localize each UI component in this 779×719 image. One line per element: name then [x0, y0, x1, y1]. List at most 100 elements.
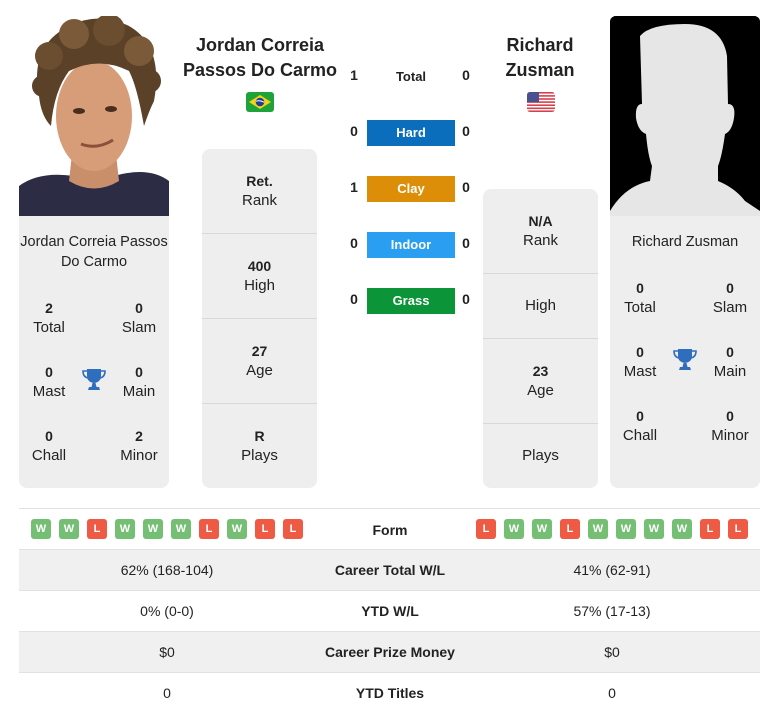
h2h-indoor-p2: 0 [462, 235, 470, 251]
player1-titles-chall: 0 Chall [19, 426, 79, 466]
h2h-clay-p2: 0 [462, 179, 470, 195]
row-label: Career Total W/L [334, 562, 446, 578]
form-win-badge: W [616, 519, 636, 539]
comparison-row: $0 Career Prize Money $0 [19, 632, 760, 673]
form-win-badge: W [143, 519, 163, 539]
stat-value: 0 [726, 344, 734, 360]
row-label: YTD Titles [355, 685, 425, 701]
row-label: Career Prize Money [325, 644, 455, 660]
stat-value: 0 [45, 364, 53, 380]
stat-value: N/A [528, 213, 553, 229]
form-loss-badge: L [283, 519, 303, 539]
player1-portrait-image [19, 16, 169, 216]
form-loss-badge: L [199, 519, 219, 539]
player2-plays-cell: Plays [483, 424, 598, 488]
trophy-icon [672, 346, 698, 372]
form-label: Form [372, 522, 408, 538]
player2-high-cell: High [483, 274, 598, 339]
form-loss-badge: L [728, 519, 748, 539]
stat-value: 0 [636, 280, 644, 296]
player1-titles-minor: 2 Minor [109, 426, 169, 466]
stat-label: Chall [622, 427, 658, 444]
player2-titles-total: 0 Total [610, 278, 670, 318]
stat-label: Mast [623, 363, 657, 380]
player2-stats-column: N/A Rank High 23 Age Plays [483, 189, 598, 488]
stat-value: 27 [251, 343, 268, 359]
player1-card-name: Jordan Correia Passos Do Carmo [20, 234, 168, 270]
comparison-row: 0 YTD Titles 0 [19, 673, 760, 714]
trophy-icon [81, 366, 107, 392]
form-win-badge: W [59, 519, 79, 539]
brazil-flag-icon [246, 92, 274, 112]
comparison-row: 62% (168-104) Career Total W/L 41% (62-9… [19, 550, 760, 591]
stat-value: 0 [135, 364, 143, 380]
form-win-badge: W [672, 519, 692, 539]
player1-rank-cell: Ret. Rank [202, 149, 317, 234]
player2-value: 0 [608, 685, 616, 701]
player1-plays-cell: R Plays [202, 404, 317, 488]
stat-label: Chall [31, 447, 67, 464]
player1-titles-card: Jordan Correia Passos Do Carmo 2 Total 0… [19, 216, 169, 488]
form-top-divider [19, 508, 760, 509]
player2-titles-chall: 0 Chall [610, 406, 670, 446]
form-loss-badge: L [87, 519, 107, 539]
player2-card-name: Richard Zusman [631, 234, 739, 250]
stat-value: 0 [45, 428, 53, 444]
h2h-hard-bar: Hard [367, 120, 455, 146]
h2h-indoor-bar: Indoor [367, 232, 455, 258]
form-loss-badge: L [476, 519, 496, 539]
form-win-badge: W [532, 519, 552, 539]
stat-label: Mast [32, 383, 66, 400]
player1-name-line2: Passos Do Carmo [182, 60, 338, 80]
player1-name[interactable]: Jordan Correia Passos Do Carmo [180, 33, 340, 83]
h2h-clay-bar: Clay [367, 176, 455, 202]
stat-value: Ret. [246, 173, 273, 189]
form-win-badge: W [644, 519, 664, 539]
form-win-badge: W [171, 519, 191, 539]
player1-value: 0 [163, 685, 171, 701]
stat-label: High [244, 277, 275, 294]
form-win-badge: W [115, 519, 135, 539]
stat-value: 0 [726, 280, 734, 296]
stat-label: Plays [241, 447, 278, 464]
silhouette-placeholder-icon [610, 16, 760, 216]
stat-value: 2 [45, 300, 53, 316]
player2-age-cell: 23 Age [483, 339, 598, 424]
stat-value: 0 [636, 344, 644, 360]
player2-name[interactable]: Richard Zusman [480, 33, 600, 83]
stat-label: Age [527, 382, 554, 399]
h2h-grass-p1: 0 [350, 291, 358, 307]
stat-label: Slam [121, 319, 157, 336]
player1-stats-column: Ret. Rank 400 High 27 Age R Plays [202, 149, 317, 488]
player1-titles-slam: 0 Slam [109, 298, 169, 338]
player2-titles-main: 0 Main [700, 342, 760, 382]
player1-titles-total: 2 Total [19, 298, 79, 338]
player1-high-cell: 400 High [202, 234, 317, 319]
comparison-row: 0% (0-0) YTD W/L 57% (17-13) [19, 591, 760, 632]
player1-titles-mast: 0 Mast [19, 362, 79, 402]
stat-label: Age [246, 362, 273, 379]
stat-label: Total [33, 319, 65, 336]
form-loss-badge: L [560, 519, 580, 539]
player2-value: 57% (17-13) [573, 603, 651, 619]
usa-flag-icon [527, 92, 555, 112]
stat-label: Plays [522, 447, 559, 464]
stat-label: Total [624, 299, 656, 316]
form-win-badge: W [31, 519, 51, 539]
stat-label: High [525, 297, 556, 314]
form-win-badge: W [504, 519, 524, 539]
player1-value: $0 [159, 644, 175, 660]
stat-label: Slam [712, 299, 748, 316]
h2h-clay-p1: 1 [350, 179, 358, 195]
stat-label: Rank [241, 192, 278, 209]
player2-value: $0 [604, 644, 620, 660]
player1-name-line1: Jordan Correia [195, 35, 325, 55]
stat-label: Rank [522, 232, 559, 249]
player2-titles-slam: 0 Slam [700, 278, 760, 318]
form-win-badge: W [227, 519, 247, 539]
stat-label: Main [122, 383, 156, 400]
player1-photo [19, 16, 169, 216]
player2-photo [610, 16, 760, 216]
form-loss-badge: L [255, 519, 275, 539]
player2-titles-minor: 0 Minor [700, 406, 760, 446]
